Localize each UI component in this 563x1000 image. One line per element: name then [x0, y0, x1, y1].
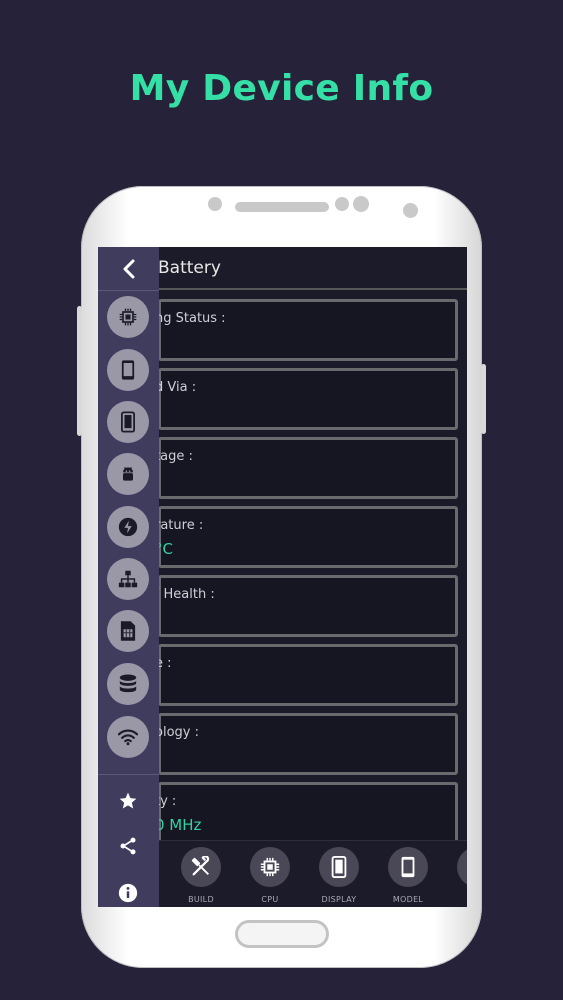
nav-item-more[interactable]	[452, 847, 467, 887]
battery-bolt-icon	[118, 517, 138, 537]
notification-led	[403, 203, 418, 218]
sim-card-icon	[120, 621, 136, 641]
info-card: / Health :	[155, 575, 458, 637]
front-camera	[353, 196, 369, 212]
info-card: ty : 0 MHz	[155, 782, 458, 844]
display-icon	[121, 411, 135, 433]
display-icon	[319, 847, 359, 887]
android-icon	[123, 467, 133, 481]
info-button[interactable]	[108, 878, 148, 907]
proximity-sensor	[335, 197, 349, 211]
more-icon	[457, 847, 467, 887]
drawer-divider	[98, 774, 159, 775]
drawer-item-display[interactable]	[107, 401, 149, 443]
info-card: rature : °C	[155, 506, 458, 568]
chevron-left-icon	[123, 259, 134, 278]
drawer-item-storage[interactable]	[107, 663, 149, 705]
share-icon	[120, 837, 136, 855]
speaker-grille	[235, 202, 329, 212]
nav-item-cpu[interactable]: CPU	[245, 847, 295, 904]
phone-icon	[121, 360, 135, 380]
cpu-icon	[119, 308, 137, 326]
drawer-item-cpu[interactable]	[107, 296, 149, 338]
info-card: ng Status :	[155, 299, 458, 361]
drawer-item-android[interactable]	[107, 453, 149, 495]
nav-item-model[interactable]: MODEL	[383, 847, 433, 904]
star-icon	[119, 792, 137, 809]
build-icon	[181, 847, 221, 887]
phone-screen: Battery ng Status : d Via : tage : ratur…	[98, 247, 467, 907]
model-icon	[388, 847, 428, 887]
drawer-item-phone[interactable]	[107, 349, 149, 391]
info-card-label: ology :	[155, 725, 199, 740]
cpu-icon	[250, 847, 290, 887]
info-card-label: ng Status :	[155, 311, 226, 326]
home-button[interactable]	[235, 920, 329, 948]
nav-label: MODEL	[392, 895, 424, 904]
promo-title: My Device Info	[129, 68, 434, 109]
rate-button[interactable]	[108, 786, 148, 816]
wifi-icon	[117, 729, 139, 746]
drawer-item-sim[interactable]	[107, 610, 149, 652]
network-icon	[118, 570, 138, 588]
bottom-nav: BUILD CPU DISPLAY MODEL	[158, 840, 467, 907]
info-card-label: tage :	[155, 449, 193, 464]
info-card: e :	[155, 644, 458, 706]
drawer-divider	[98, 290, 159, 291]
info-card: d Via :	[155, 368, 458, 430]
info-card-label: d Via :	[155, 380, 197, 395]
nav-label: DISPLAY	[321, 895, 357, 904]
nav-label: BUILD	[188, 895, 214, 904]
info-card: ology :	[155, 713, 458, 775]
battery-info-list: ng Status : d Via : tage : rature : °C /…	[155, 299, 458, 851]
header-title: Battery	[158, 258, 221, 278]
storage-icon	[119, 674, 137, 693]
info-card-value: 0 MHz	[155, 816, 202, 834]
nav-label: CPU	[261, 895, 279, 904]
volume-button	[77, 306, 82, 436]
drawer-item-network[interactable]	[107, 558, 149, 600]
sensor-dot	[208, 197, 222, 211]
nav-item-build[interactable]: BUILD	[176, 847, 226, 904]
back-button[interactable]	[98, 247, 159, 290]
phone-frame: Battery ng Status : d Via : tage : ratur…	[77, 186, 486, 968]
info-card-label: rature :	[155, 518, 204, 533]
drawer-item-battery[interactable]	[107, 506, 149, 548]
share-button[interactable]	[108, 831, 148, 861]
navigation-drawer	[98, 247, 159, 907]
info-card: tage :	[155, 437, 458, 499]
info-icon	[118, 883, 138, 903]
drawer-item-wifi[interactable]	[107, 716, 149, 758]
info-card-label: / Health :	[155, 587, 215, 602]
nav-item-display[interactable]: DISPLAY	[314, 847, 364, 904]
power-button	[481, 364, 486, 434]
